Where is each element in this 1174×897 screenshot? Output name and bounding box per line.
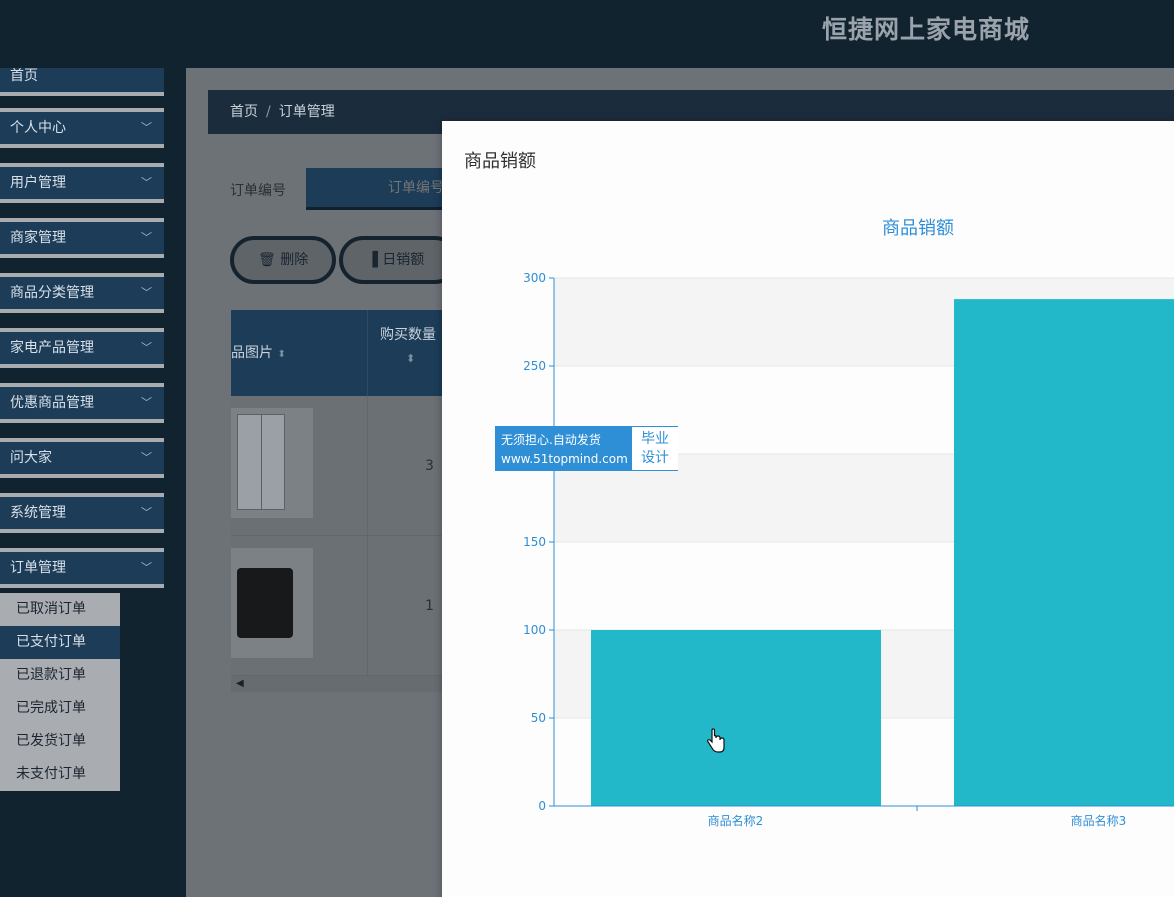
submenu-item-completed[interactable]: 已完成订单 [0,692,120,725]
chevron-down-icon: ﹀ [141,396,152,409]
chevron-down-icon: ﹀ [141,341,152,354]
breadcrumb-current: 订单管理 [278,104,335,120]
y-tick-label: 150 [523,535,546,549]
sidebar-item-user-management[interactable]: 用户管理 ﹀ [0,163,164,203]
sidebar-item-label: 首页 [10,68,38,84]
sidebar-item-discount-management[interactable]: 优惠商品管理 ﹀ [0,383,164,423]
sidebar-item-label: 问大家 [10,450,52,466]
bar-chart-icon: ▐ [367,252,378,268]
scroll-left-icon[interactable]: ◀ [236,678,244,689]
sort-icon[interactable]: ⬍ [277,349,285,360]
sidebar-item-label: 个人中心 [10,120,66,136]
chevron-down-icon: ﹀ [141,176,152,189]
sidebar-item-label: 商家管理 [10,230,66,246]
chevron-down-icon: ﹀ [141,286,152,299]
submenu-item-paid[interactable]: 已支付订单 [0,626,120,659]
column-header-label: 购买数量 [380,327,436,343]
trash-icon: 🗑 [258,252,276,268]
column-header-label: 品图片 [231,345,273,361]
bar-2 [954,299,1174,806]
watermark-logo: 无须担心.自动发货 www.51topmind.com 毕业 设计 [495,426,678,471]
sidebar-item-label: 系统管理 [10,505,66,521]
daily-sales-button-label: 日销额 [382,252,425,268]
column-header-image[interactable]: 品图片 ⬍ [231,310,367,396]
sidebar-item-category-management[interactable]: 商品分类管理 ﹀ [0,273,164,313]
submenu-item-cancelled[interactable]: 已取消订单 [0,593,120,626]
x-tick-label: 商品名称2 [708,813,764,828]
hand-cursor-icon [706,728,725,753]
sidebar-item-label: 用户管理 [10,175,66,191]
sidebar-item-order-management[interactable]: 订单管理 ﹀ [0,548,164,588]
sidebar-item-system-management[interactable]: 系统管理 ﹀ [0,493,164,533]
x-tick-label: 商品名称3 [1071,813,1127,828]
delete-button[interactable]: 🗑 删除 [230,236,336,284]
watermark-line2: www.51topmind.com [501,452,628,466]
y-tick-label: 50 [531,711,546,725]
sales-bar-chart: 商品销额 050100150200250300 商品名称2商品名称3 [523,218,1174,828]
chart-title: 商品销额 [882,218,954,239]
site-title: 恒捷网上家电商城 [822,15,1031,44]
breadcrumb-separator: / [266,104,271,120]
delete-button-label: 删除 [280,252,309,268]
y-tick-label: 250 [523,359,546,373]
watermark-line1: 无须担心.自动发货 [501,433,601,447]
sidebar-item-merchant-management[interactable]: 商家管理 ﹀ [0,218,164,258]
y-tick-label: 300 [523,271,546,285]
sidebar-item-personal-center[interactable]: 个人中心 ﹀ [0,108,164,148]
chevron-down-icon: ﹀ [141,451,152,464]
breadcrumb-home[interactable]: 首页 [230,104,258,120]
bar-1 [591,630,881,806]
order-submenu: 已取消订单 已支付订单 已退款订单 已完成订单 已发货订单 未支付订单 [0,593,120,791]
coffee-maker-image [231,548,313,658]
submenu-item-unpaid[interactable]: 未支付订单 [0,758,120,791]
sidebar-item-home[interactable]: 首页 [0,68,164,96]
sidebar-item-label: 优惠商品管理 [10,395,94,411]
coffee-maker-body [237,568,293,638]
daily-sales-button[interactable]: ▐ 日销额 [339,236,459,284]
watermark-badge-line1: 毕业 [641,431,669,447]
watermark-badge: 毕业 设计 [632,427,678,470]
sidebar-item-label: 订单管理 [10,560,66,576]
sidebar-item-appliance-management[interactable]: 家电产品管理 ﹀ [0,328,164,368]
sidebar-item-label: 商品分类管理 [10,285,94,301]
top-header: 恒捷网上家电商城 [0,0,1174,68]
fridge-image [231,408,313,518]
y-tick-label: 100 [523,623,546,637]
chevron-down-icon: ﹀ [141,121,152,134]
sales-modal: 商品销额 商品销额 050100150200250300 商品名称2商品名称3 [442,121,1174,897]
chevron-down-icon: ﹀ [141,561,152,574]
watermark-badge-line2: 设计 [641,450,669,466]
search-label: 订单编号 [230,183,286,199]
submenu-item-refunded[interactable]: 已退款订单 [0,659,120,692]
chevron-down-icon: ﹀ [141,231,152,244]
sidebar-item-ask-everyone[interactable]: 问大家 ﹀ [0,438,164,478]
sidebar-item-label: 家电产品管理 [10,340,94,356]
watermark-text: 无须担心.自动发货 www.51topmind.com [496,427,632,470]
sidebar: 首页 个人中心 ﹀ 用户管理 ﹀ 商家管理 ﹀ 商品分类管理 ﹀ 家电产品管理 ﹀ 优惠商… [0,68,186,897]
y-tick-label: 0 [538,799,546,813]
submenu-item-shipped[interactable]: 已发货订单 [0,725,120,758]
chevron-down-icon: ﹀ [141,506,152,519]
fridge-door-line [261,414,262,510]
